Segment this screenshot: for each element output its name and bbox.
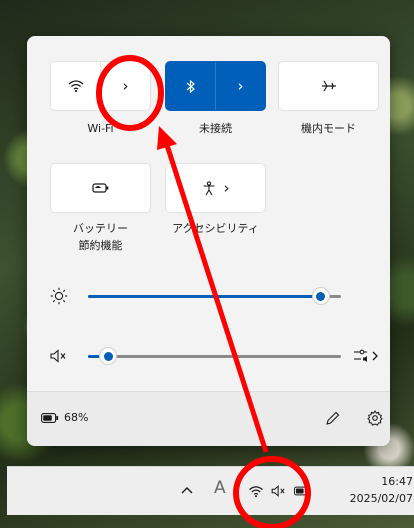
brightness-icon xyxy=(47,285,71,307)
brightness-thumb[interactable] xyxy=(312,288,329,304)
chevron-right-icon: › xyxy=(223,179,230,197)
bluetooth-label: 未接続 xyxy=(199,122,232,135)
gear-icon xyxy=(367,410,383,426)
pencil-icon xyxy=(325,411,339,425)
bluetooth-toggle[interactable] xyxy=(166,62,215,110)
audio-output-icon xyxy=(354,349,378,362)
bluetooth-expand-button[interactable]: › xyxy=(215,62,265,110)
chevron-up-icon xyxy=(181,487,193,494)
volume-slider[interactable] xyxy=(88,348,341,364)
accessibility-label: アクセシビリティ xyxy=(172,222,259,235)
wifi-icon xyxy=(68,80,83,93)
brightness-slider[interactable] xyxy=(88,288,341,304)
airplane-mode-label: 機内モード xyxy=(301,122,356,135)
battery-icon xyxy=(293,486,309,496)
bluetooth-icon xyxy=(186,79,195,93)
bluetooth-tile[interactable]: › xyxy=(165,61,266,111)
chevron-right-icon: › xyxy=(122,77,129,95)
volume-row xyxy=(27,344,390,368)
quick-settings-footer: 68% xyxy=(27,391,390,446)
wifi-icon xyxy=(249,485,264,497)
accessibility-tile[interactable]: › xyxy=(165,163,266,213)
clock-date[interactable]: 2025/02/07 xyxy=(325,492,413,505)
brightness-fill xyxy=(88,295,321,298)
airplane-mode-tile[interactable] xyxy=(278,61,379,111)
edit-button[interactable] xyxy=(322,408,342,428)
airplane-icon xyxy=(321,80,336,92)
chevron-right-icon: › xyxy=(237,77,244,95)
battery-saver-icon xyxy=(91,183,108,193)
battery-saver-tile[interactable] xyxy=(50,163,151,213)
system-tray-button[interactable] xyxy=(245,475,313,507)
show-hidden-icons-button[interactable] xyxy=(179,481,195,499)
taskbar: A 16:47 2025/02/07 xyxy=(7,466,414,515)
wifi-expand-button[interactable]: › xyxy=(100,62,150,110)
speaker-muted-icon[interactable] xyxy=(47,345,71,367)
volume-thumb[interactable] xyxy=(100,348,117,364)
wifi-toggle[interactable] xyxy=(51,62,100,110)
audio-output-button[interactable] xyxy=(352,346,382,366)
battery-percent: 68% xyxy=(64,411,89,424)
wifi-tile[interactable]: › xyxy=(50,61,151,111)
accessibility-icon xyxy=(203,180,214,195)
speaker-muted-icon xyxy=(271,485,285,497)
battery-status[interactable]: 68% xyxy=(41,411,88,424)
clock-time[interactable]: 16:47 xyxy=(353,475,413,488)
quick-settings-panel: › Wi-Fi › 未接続 機内モード バッテリー 節約機能 › アクセシビリテ… xyxy=(27,36,390,446)
battery-icon xyxy=(41,412,59,423)
battery-saver-label: バッテリー 節約機能 xyxy=(73,222,128,252)
input-indicator[interactable]: A xyxy=(214,478,226,498)
settings-button[interactable] xyxy=(365,408,385,428)
brightness-row xyxy=(27,284,390,308)
wifi-label: Wi-Fi xyxy=(87,122,114,135)
